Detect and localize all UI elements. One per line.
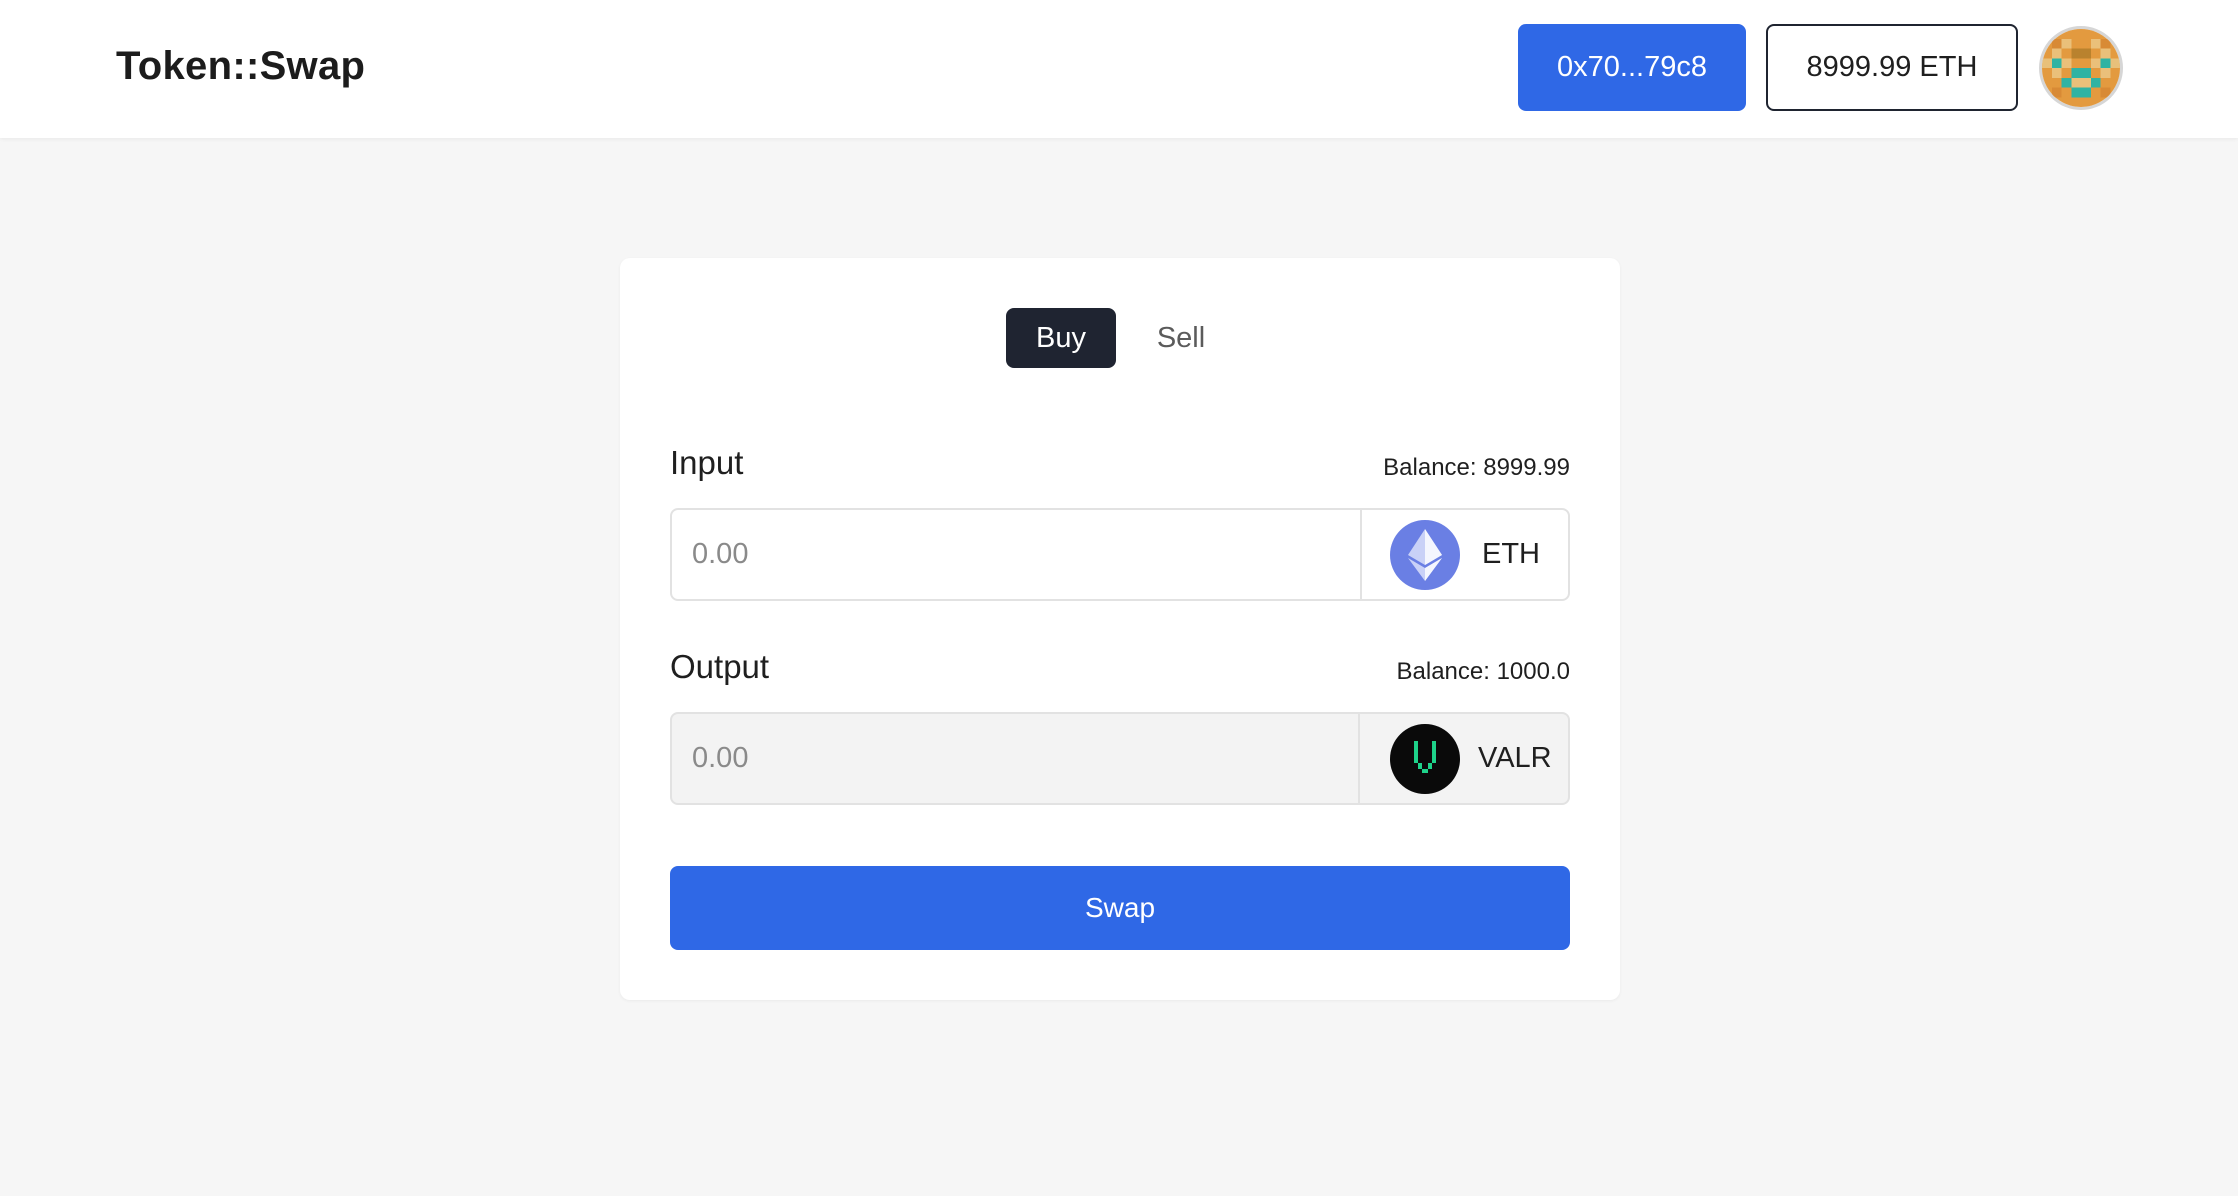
tab-buy[interactable]: Buy xyxy=(1006,308,1116,368)
ethereum-icon xyxy=(1390,519,1460,590)
input-field-row: ETH xyxy=(670,508,1570,601)
input-balance: Balance: 8999.99 xyxy=(1383,454,1570,481)
valr-icon xyxy=(1390,723,1460,794)
input-label: Input xyxy=(670,444,744,481)
wallet-balance-button[interactable]: 8999.99 ETH xyxy=(1766,24,2018,111)
input-token-selector[interactable]: ETH xyxy=(1360,510,1568,599)
top-header: Token::Swap 0x70...79c8 8999.99 ETH xyxy=(0,0,2238,138)
output-label: Output xyxy=(670,648,770,685)
swap-card: Buy Sell Input Balance: 8999.99 ETH Outp… xyxy=(620,258,1620,1000)
app-logo[interactable]: Token::Swap xyxy=(116,44,365,89)
output-field-row: VALR xyxy=(670,712,1570,805)
output-balance: Balance: 1000.0 xyxy=(1396,658,1570,685)
output-amount-field xyxy=(672,714,1358,803)
input-amount-field[interactable] xyxy=(672,510,1360,599)
output-token-selector[interactable]: VALR xyxy=(1358,714,1568,803)
wallet-address-button[interactable]: 0x70...79c8 xyxy=(1518,24,1746,111)
identicon-icon xyxy=(2042,29,2120,107)
swap-button[interactable]: Swap xyxy=(670,866,1570,950)
input-token-label: ETH xyxy=(1482,538,1540,570)
output-token-label: VALR xyxy=(1478,742,1552,774)
avatar[interactable] xyxy=(2039,26,2123,110)
tab-sell[interactable]: Sell xyxy=(1136,308,1226,368)
